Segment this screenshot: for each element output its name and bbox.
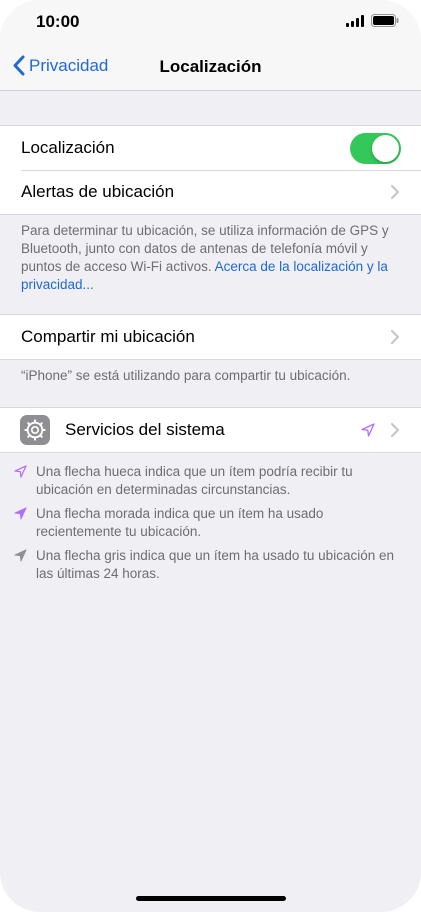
location-label: Localización [21,138,115,157]
legend-hollow-text: Una flecha hueca indica que un ítem podr… [36,464,353,497]
chevron-right-icon [391,330,399,344]
gear-icon [20,415,50,445]
legend-gray: Una flecha gris indica que un ítem ha us… [14,547,403,583]
arrow-legend: Una flecha hueca indica que un ítem podr… [14,463,403,589]
location-group: Localización Alertas de ubicación [0,125,421,215]
system-services-group: Servicios del sistema [0,407,421,453]
toggle-knob [372,135,399,162]
system-services-label: Servicios del sistema [65,420,225,439]
location-arrow-hollow-purple-icon [361,423,375,437]
status-bar: 10:00 [0,0,421,44]
chevron-right-icon [391,185,399,199]
legend-purple: Una flecha morada indica que un ítem ha … [14,505,403,541]
navigation-bar: Privacidad Localización [0,44,421,91]
share-group: Compartir mi ubicación [0,314,421,360]
location-toggle[interactable] [350,133,401,164]
location-arrow-gray-icon [14,549,27,562]
share-info-text: “iPhone” se está utilizando para compart… [21,368,351,383]
status-time: 10:00 [36,12,80,31]
legend-gray-text: Una flecha gris indica que un ítem ha us… [36,548,394,581]
share-location-row[interactable]: Compartir mi ubicación [0,315,421,359]
system-services-row[interactable]: Servicios del sistema [0,408,421,452]
battery-icon [371,14,399,27]
location-arrow-hollow-icon [14,465,27,478]
location-alerts-row[interactable]: Alertas de ubicación [0,170,421,214]
location-arrow-purple-icon [14,507,27,520]
location-row: Localización [0,126,421,170]
location-info-text: Para determinar tu ubicación, se utiliza… [21,222,399,294]
share-location-label: Compartir mi ubicación [21,327,195,346]
chevron-right-icon [391,423,399,437]
phone-screen: 10:00 Privacidad Localización Localizaci… [0,0,421,912]
home-indicator[interactable] [136,896,286,901]
legend-hollow: Una flecha hueca indica que un ítem podr… [14,463,403,499]
signal-icon [346,14,364,27]
location-alerts-label: Alertas de ubicación [21,182,175,201]
legend-purple-text: Una flecha morada indica que un ítem ha … [36,506,324,539]
status-icons [346,14,399,27]
page-title: Localización [159,57,262,76]
